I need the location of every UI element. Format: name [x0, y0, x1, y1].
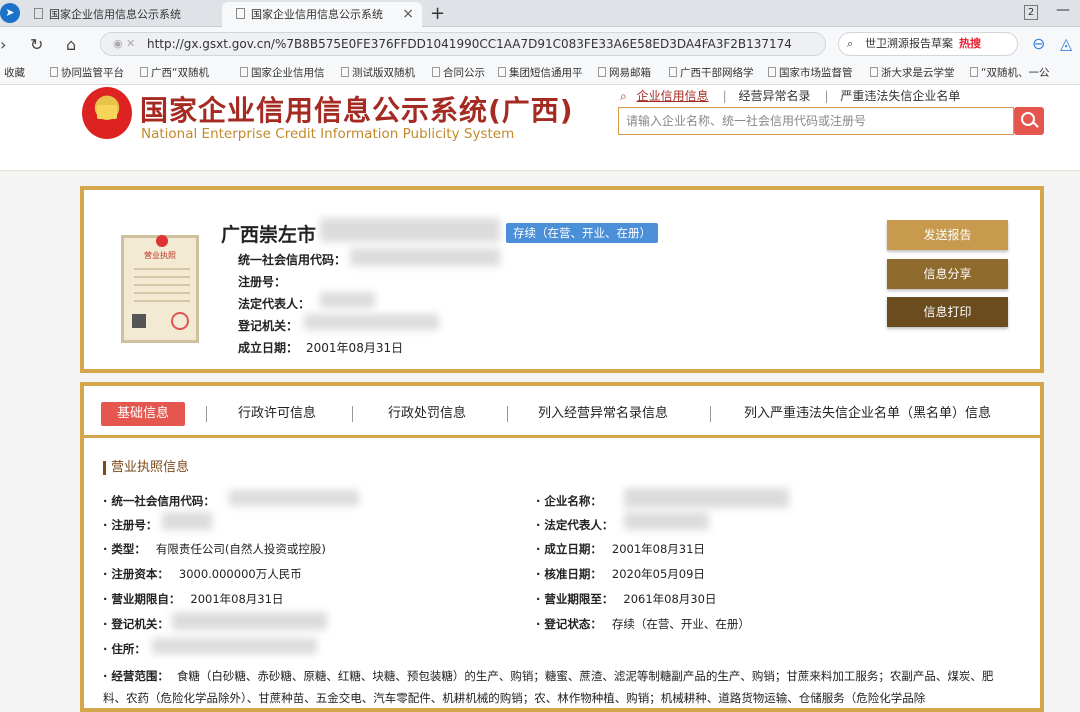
- search-icon: ⌕: [847, 37, 854, 50]
- license-title: 营业执照: [144, 251, 176, 260]
- field-credit-code: 统一社会信用代码：: [238, 253, 347, 267]
- bookmark-item[interactable]: 网易邮箱: [598, 61, 651, 84]
- redacted-value: [229, 490, 359, 506]
- business-scope: · 经营范围： 食糖（白砂糖、赤砂糖、原糖、红糖、块糖、预包装糖）的生产、购销；糖…: [103, 665, 1013, 709]
- seal-icon: [171, 312, 189, 330]
- redacted-value: [350, 248, 500, 266]
- info-row: · 登记机关：: [103, 617, 169, 631]
- nav-abnormal-list[interactable]: 经营异常名录: [738, 89, 810, 103]
- close-tab-icon[interactable]: ×: [402, 2, 414, 27]
- company-name: 广西崇左市: [221, 224, 317, 246]
- tab-admin-penalty[interactable]: 行政处罚信息: [388, 402, 466, 421]
- info-row: · 营业期限至： 2061年08月30日: [536, 592, 717, 606]
- field-est-date: 成立日期： 2001年08月31日: [238, 341, 404, 355]
- hot-search-label[interactable]: 热搜: [959, 37, 981, 50]
- send-report-button[interactable]: 发送报告: [887, 220, 1008, 250]
- bookmark-item[interactable]: 协同监管平台: [50, 61, 124, 84]
- info-row: · 统一社会信用代码：: [103, 494, 215, 508]
- info-panel: 基础信息 行政许可信息 行政处罚信息 列入经营异常名录信息 列入严重违法失信企业…: [80, 382, 1044, 712]
- redacted-value: [624, 512, 709, 530]
- search-icon: ⌕: [620, 89, 627, 103]
- redacted-name: [320, 218, 500, 242]
- bookmark-item[interactable]: 集团短信通用平: [498, 61, 583, 84]
- info-row: · 注册号：: [103, 518, 158, 532]
- browser-tab-bar: ➤ 国家企业信用信息公示系统 国家企业信用信息公示系统 × + 2 —: [0, 0, 1080, 27]
- browser-search-text: 世卫溯源报告草案: [865, 37, 953, 50]
- bookmark-item[interactable]: 广西干部网络学: [669, 61, 754, 84]
- bookmark-item[interactable]: “双随机、一公: [970, 61, 1049, 84]
- bookmark-item[interactable]: 测试版双随机: [341, 61, 415, 84]
- minimize-icon[interactable]: —: [1056, 2, 1070, 18]
- field-reg-authority: 登记机关：: [238, 319, 299, 333]
- field-reg-no: 注册号：: [238, 275, 287, 289]
- extension-2-icon[interactable]: ◬: [1060, 34, 1072, 53]
- info-row: · 注册资本： 3000.000000万人民币: [103, 567, 302, 581]
- redacted-value: [152, 638, 317, 654]
- bookmark-item[interactable]: 浙大求是云学堂: [870, 61, 955, 84]
- scope-label: · 经营范围：: [103, 669, 169, 683]
- search-button[interactable]: [1014, 107, 1044, 135]
- top-nav: ⌕ 企业信用信息 | 经营异常名录 | 严重违法失信企业名单: [620, 89, 961, 103]
- info-row: · 企业名称：: [536, 494, 602, 508]
- section-title: 营业执照信息: [103, 461, 189, 475]
- site-subtitle: National Enterprise Credit Information P…: [141, 126, 515, 142]
- new-tab-button[interactable]: +: [430, 1, 445, 26]
- status-badge: 存续（在营、开业、在册）: [506, 223, 658, 243]
- info-tabs: 基础信息 行政许可信息 行政处罚信息 列入经营异常名录信息 列入严重违法失信企业…: [84, 386, 1040, 438]
- business-license-image[interactable]: 营业执照: [121, 235, 199, 343]
- redacted-value: [624, 488, 789, 508]
- bookmark-item[interactable]: 广西“双随机: [140, 61, 209, 84]
- home-icon[interactable]: ⌂: [66, 35, 76, 54]
- national-emblem-icon: [82, 87, 132, 139]
- url-field[interactable]: ◉ ✕ http://gx.gsxt.gov.cn/%7B8B575E0FE376…: [100, 32, 826, 56]
- browser-tab-1[interactable]: 国家企业信用信息公示系统: [20, 2, 220, 27]
- window-count-badge[interactable]: 2: [1024, 5, 1038, 20]
- browser-logo-icon[interactable]: ➤: [0, 3, 20, 23]
- page-icon: [34, 8, 43, 19]
- tab-label: 国家企业信用信息公示系统: [49, 8, 181, 21]
- redacted-value: [162, 512, 212, 530]
- share-info-button[interactable]: 信息分享: [887, 259, 1008, 289]
- field-legal-rep: 法定代表人：: [238, 297, 311, 311]
- nav-blacklist[interactable]: 严重违法失信企业名单: [840, 89, 960, 103]
- back-icon[interactable]: ›: [0, 35, 6, 54]
- redacted-value: [320, 292, 375, 308]
- bookmark-item[interactable]: 收藏: [4, 61, 25, 84]
- browser-search-box[interactable]: ⌕ 世卫溯源报告草案 热搜: [838, 32, 1018, 56]
- tab-basic-info[interactable]: 基础信息: [101, 402, 185, 426]
- site-title: 国家企业信用信息公示系统(广西): [140, 94, 574, 127]
- scope-value: 食糖（白砂糖、赤砂糖、原糖、红糖、块糖、预包装糖）的生产、购销；糖蜜、蔗渣、滤泥…: [103, 669, 994, 705]
- url-text: http://gx.gsxt.gov.cn/%7B8B575E0FE376FFD…: [147, 37, 792, 51]
- company-card: 营业执照 广西崇左市 存续（在营、开业、在册） 统一社会信用代码： 注册号： 法…: [80, 186, 1044, 373]
- redacted-value: [172, 612, 327, 630]
- info-row: · 核准日期： 2020年05月09日: [536, 567, 705, 581]
- print-info-button[interactable]: 信息打印: [887, 297, 1008, 327]
- emblem-icon: [156, 235, 168, 247]
- info-row: · 住所：: [103, 642, 146, 656]
- site-header: 国家企业信用信息公示系统(广西) National Enterprise Cre…: [0, 85, 1080, 171]
- redacted-value: [304, 314, 439, 330]
- info-row: · 营业期限自： 2001年08月31日: [103, 592, 284, 606]
- company-search-input[interactable]: 请输入企业名称、统一社会信用代码或注册号: [618, 107, 1014, 135]
- extension-icon[interactable]: ⊖: [1032, 34, 1045, 53]
- bookmarks-bar: 收藏 协同监管平台 广西“双随机 国家企业信用信 测试版双随机 合同公示 集团短…: [0, 61, 1080, 85]
- info-row: · 法定代表人：: [536, 518, 614, 532]
- address-bar-row: › ↻ ⌂ ◉ ✕ http://gx.gsxt.gov.cn/%7B8B575E…: [0, 27, 1080, 61]
- nav-credit-info[interactable]: 企业信用信息: [637, 89, 709, 103]
- page-icon: [236, 8, 245, 19]
- info-row: · 登记状态： 存续（在营、开业、在册）: [536, 617, 750, 631]
- tab-label: 国家企业信用信息公示系统: [251, 8, 383, 21]
- bookmark-item[interactable]: 国家企业信用信: [240, 61, 325, 84]
- bookmark-item[interactable]: 合同公示: [432, 61, 485, 84]
- info-row: · 成立日期： 2001年08月31日: [536, 542, 705, 556]
- browser-tab-2[interactable]: 国家企业信用信息公示系统 ×: [222, 2, 422, 27]
- tab-blacklist[interactable]: 列入严重违法失信企业名单（黑名单）信息: [744, 402, 991, 421]
- qr-code-icon: [132, 314, 146, 328]
- bookmark-item[interactable]: 国家市场监督管: [768, 61, 853, 84]
- security-icon: ◉ ✕: [113, 37, 136, 50]
- reload-icon[interactable]: ↻: [30, 35, 43, 54]
- tab-admin-license[interactable]: 行政许可信息: [238, 402, 316, 421]
- tab-abnormal-list[interactable]: 列入经营异常名录信息: [538, 402, 668, 421]
- info-row: · 类型： 有限责任公司(自然人投资或控股): [103, 542, 326, 556]
